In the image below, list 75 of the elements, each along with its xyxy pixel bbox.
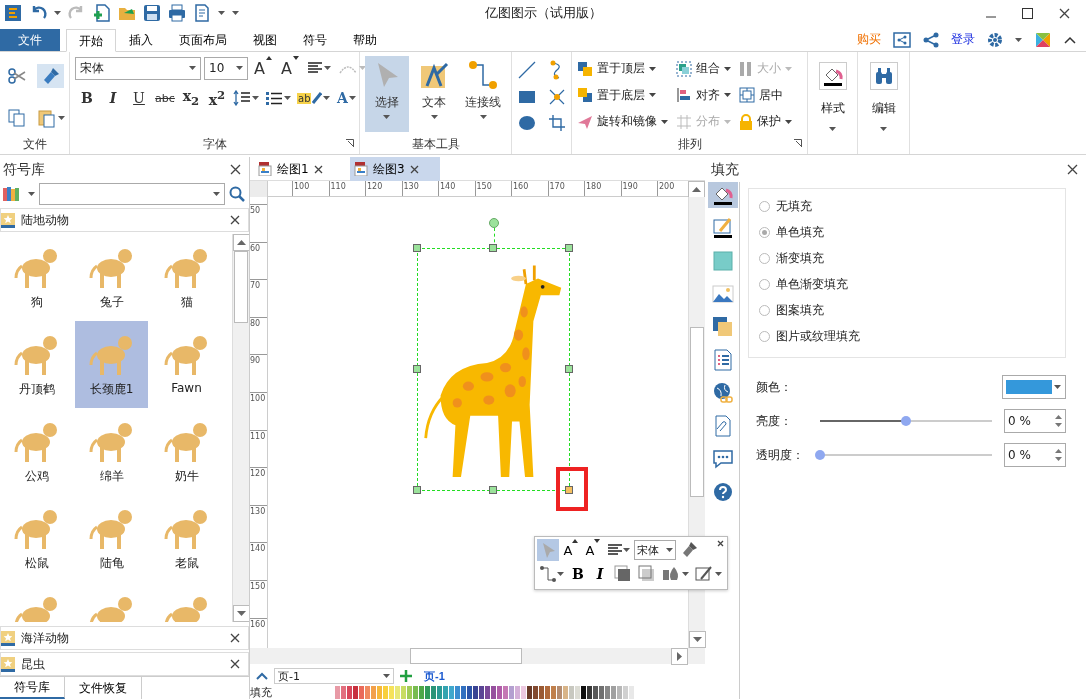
page-dropdown[interactable]: 页-1: [274, 668, 394, 684]
panel-title: 填充: [711, 160, 739, 179]
symbol-item[interactable]: Fawn: [150, 321, 223, 408]
symbol-item[interactable]: 兔子: [75, 234, 148, 321]
document-tab[interactable]: 绘图3: [350, 157, 440, 181]
fill-option[interactable]: 单色填充: [757, 223, 1057, 241]
ribbon-tab[interactable]: 符号: [290, 28, 340, 51]
center-button[interactable]: 居中: [739, 84, 792, 106]
bold-button[interactable]: B: [568, 563, 588, 585]
text-tool-button[interactable]: 文本: [412, 56, 456, 132]
fill-option[interactable]: 无填充: [757, 197, 1057, 215]
align-button[interactable]: 对齐: [676, 84, 731, 106]
page-tab[interactable]: 页-1: [418, 668, 451, 684]
document-tab[interactable]: 绘图1: [254, 157, 344, 181]
field-label: 透明度：: [756, 446, 805, 464]
symbol-item[interactable]: 猫: [150, 234, 223, 321]
symbol-item[interactable]: 狗: [0, 234, 73, 321]
field-label: 颜色：: [756, 378, 793, 396]
symbol-item[interactable]: 丹顶鹤: [0, 321, 73, 408]
rotate-button[interactable]: 旋转和镜像: [577, 111, 668, 133]
field-label: 亮度：: [756, 412, 793, 430]
ribbon-tab[interactable]: 视图: [240, 28, 290, 51]
italic-button[interactable]: I: [101, 86, 125, 110]
percent-field[interactable]: 0 %: [1004, 409, 1066, 433]
style-button[interactable]: 样式: [812, 58, 853, 134]
group-label: 字体: [202, 137, 227, 151]
select-tool-button[interactable]: 选择: [365, 56, 409, 132]
italic-button[interactable]: I: [590, 563, 610, 585]
symbol-item[interactable]: 绵羊: [75, 408, 148, 495]
ruler: 100 110 120 130 140 150 160 170 180 190 200: [268, 181, 688, 197]
login-link[interactable]: 登录: [951, 31, 975, 48]
font-size-field[interactable]: 10: [204, 56, 248, 80]
lock-button[interactable]: 保护: [739, 111, 792, 133]
palette-label: 填充: [250, 687, 273, 699]
group-label: 文件: [22, 137, 47, 151]
front-button[interactable]: 置于顶层: [577, 58, 668, 79]
ribbon-tab[interactable]: 页面布局: [166, 28, 240, 51]
file-menu-tab[interactable]: 文件: [0, 29, 60, 51]
symbol-item[interactable]: 陆龟: [75, 495, 148, 582]
fill-option[interactable]: 渐变填充: [757, 249, 1057, 267]
shrink-font-button[interactable]: A: [278, 56, 302, 80]
underline-button[interactable]: U: [127, 86, 151, 110]
window-title: 亿图图示（试用版）: [483, 4, 603, 22]
edit-button[interactable]: 编辑: [862, 58, 905, 134]
subscript-button[interactable]: x$_{2}$: [179, 86, 203, 110]
symbol-item[interactable]: 长颈鹿1: [75, 321, 148, 408]
font-name-field[interactable]: 宋体: [75, 56, 201, 80]
ribbon-tab[interactable]: 帮助: [340, 28, 390, 51]
fill-option[interactable]: 单色渐变填充: [757, 275, 1057, 293]
back-button[interactable]: 置于底层: [577, 84, 668, 106]
fill-option[interactable]: 图片或纹理填充: [757, 327, 1057, 345]
symbol-item[interactable]: 老鼠: [150, 495, 223, 582]
font-field[interactable]: 宋体: [634, 540, 676, 560]
shrink-font-button[interactable]: A: [583, 539, 603, 561]
font-color-button[interactable]: A: [334, 86, 359, 110]
symbol-item[interactable]: 公鸡: [0, 408, 73, 495]
ribbon-tab[interactable]: 插入: [116, 28, 166, 51]
ribbon-tab[interactable]: 开始: [66, 29, 116, 52]
group-label: 基本工具: [411, 137, 460, 151]
group-label: 排列: [677, 137, 702, 151]
grow-font-button[interactable]: A: [561, 539, 581, 561]
symbol-item[interactable]: 奶牛: [150, 408, 223, 495]
superscript-button[interactable]: x$^{2}$: [205, 86, 229, 110]
fill-option[interactable]: 图案填充: [757, 301, 1057, 319]
panel-title: 符号库: [3, 160, 45, 179]
highlight-button[interactable]: ab: [295, 86, 333, 110]
connector-tool-button[interactable]: 连接线: [460, 56, 506, 132]
group-button[interactable]: 组合: [676, 58, 731, 79]
percent-field[interactable]: 0 %: [1004, 443, 1066, 467]
ruler: 50 60 70 80 90 100 110 120 130 140 150 160: [250, 197, 268, 648]
strikethrough-button[interactable]: abc: [153, 86, 177, 110]
symbol-item[interactable]: 松鼠: [0, 495, 73, 582]
bold-button[interactable]: B: [75, 86, 99, 110]
panel-tab[interactable]: 符号库: [0, 677, 65, 699]
grow-font-button[interactable]: A: [251, 56, 275, 80]
